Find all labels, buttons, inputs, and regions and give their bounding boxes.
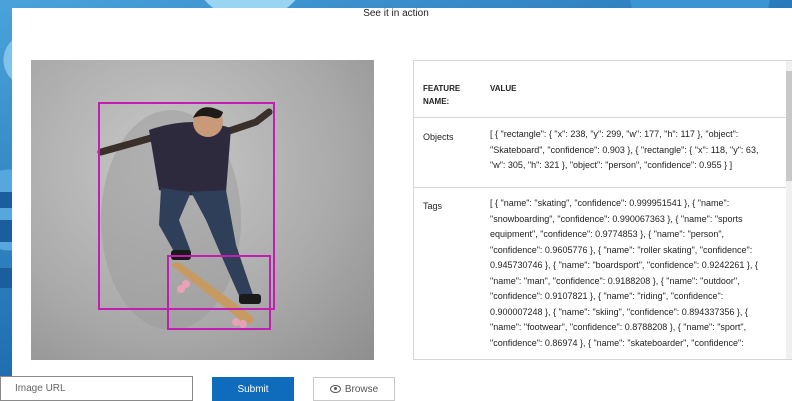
results-scrollbar[interactable] [786,61,792,359]
table-row: Tags [ { "name": "skating", "confidence"… [414,187,786,359]
scrollbar-thumb[interactable] [786,71,792,181]
feature-name-header: FEATURE NAME: [423,84,461,106]
page-title: See it in action [363,8,429,19]
table-row: Objects [ { "rectangle": { "x": 238, "y"… [414,117,786,188]
analysis-results-table: FEATURE NAME: VALUE Objects [ { "rectang… [413,60,792,360]
submit-button-label: Submit [237,383,269,395]
browse-button-label: Browse [344,383,379,395]
image-url-input[interactable] [0,376,193,401]
feature-name-cell: Tags [423,201,443,211]
value-cell: [ { "rectangle": { "x": 238, "y": 299, "… [490,129,759,170]
eye-icon [329,385,341,393]
analyzed-image [31,60,374,360]
submit-button[interactable]: Submit [212,377,294,401]
value-cell: [ { "name": "skating", "confidence": 0.9… [490,198,758,348]
skateboard-bounding-box [167,255,271,330]
value-header: VALUE [490,84,517,93]
feature-name-cell: Objects [423,132,454,142]
browse-button[interactable]: Browse [313,377,395,401]
table-header-row: FEATURE NAME: VALUE [414,61,786,118]
